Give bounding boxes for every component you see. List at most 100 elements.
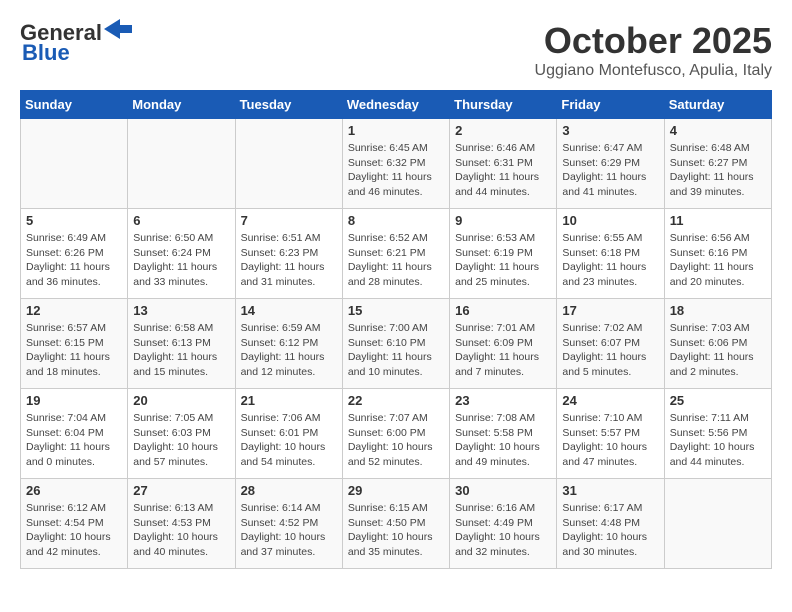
calendar-week-row: 26 Sunrise: 6:12 AM Sunset: 4:54 PM Dayli… bbox=[21, 479, 772, 569]
day-number: 21 bbox=[241, 393, 337, 408]
day-info: Sunrise: 6:49 AM Sunset: 6:26 PM Dayligh… bbox=[26, 231, 122, 290]
day-info: Sunrise: 6:12 AM Sunset: 4:54 PM Dayligh… bbox=[26, 501, 122, 560]
calendar-cell: 11Sunrise: 6:56 AM Sunset: 6:16 PM Dayli… bbox=[664, 209, 771, 299]
day-number: 6 bbox=[133, 213, 229, 228]
day-number: 7 bbox=[241, 213, 337, 228]
day-number: 16 bbox=[455, 303, 551, 318]
calendar-cell: 24Sunrise: 7:10 AM Sunset: 5:57 PM Dayli… bbox=[557, 389, 664, 479]
day-number: 23 bbox=[455, 393, 551, 408]
page-header: General Blue October 2025 Uggiano Montef… bbox=[20, 20, 772, 80]
calendar-cell: 16 Sunrise: 7:01 AM Sunset: 6:09 PM Dayli… bbox=[450, 299, 557, 389]
calendar-cell: 10 Sunrise: 6:55 AM Sunset: 6:18 PM Dayli… bbox=[557, 209, 664, 299]
logo: General Blue bbox=[20, 20, 132, 66]
day-info: Sunrise: 6:16 AM Sunset: 4:49 PM Dayligh… bbox=[455, 501, 551, 560]
day-number: 5 bbox=[26, 213, 122, 228]
calendar-cell: 25Sunrise: 7:11 AM Sunset: 5:56 PM Dayli… bbox=[664, 389, 771, 479]
day-info: Sunrise: 7:03 AM Sunset: 6:06 PM Dayligh… bbox=[670, 321, 766, 380]
calendar-cell: 19 Sunrise: 7:04 AM Sunset: 6:04 PM Dayli… bbox=[21, 389, 128, 479]
calendar-table: SundayMondayTuesdayWednesdayThursdayFrid… bbox=[20, 90, 772, 569]
calendar-cell bbox=[235, 119, 342, 209]
calendar-cell: 8Sunrise: 6:52 AM Sunset: 6:21 PM Daylig… bbox=[342, 209, 449, 299]
day-info: Sunrise: 7:08 AM Sunset: 5:58 PM Dayligh… bbox=[455, 411, 551, 470]
day-info: Sunrise: 7:10 AM Sunset: 5:57 PM Dayligh… bbox=[562, 411, 658, 470]
day-number: 17 bbox=[562, 303, 658, 318]
weekday-header: Tuesday bbox=[235, 91, 342, 119]
weekday-header: Saturday bbox=[664, 91, 771, 119]
day-number: 27 bbox=[133, 483, 229, 498]
calendar-cell: 27Sunrise: 6:13 AM Sunset: 4:53 PM Dayli… bbox=[128, 479, 235, 569]
day-info: Sunrise: 7:02 AM Sunset: 6:07 PM Dayligh… bbox=[562, 321, 658, 380]
calendar-week-row: 5 Sunrise: 6:49 AM Sunset: 6:26 PM Daylig… bbox=[21, 209, 772, 299]
day-number: 30 bbox=[455, 483, 551, 498]
day-info: Sunrise: 6:51 AM Sunset: 6:23 PM Dayligh… bbox=[241, 231, 337, 290]
weekday-header: Monday bbox=[128, 91, 235, 119]
day-info: Sunrise: 6:58 AM Sunset: 6:13 PM Dayligh… bbox=[133, 321, 229, 380]
day-info: Sunrise: 7:07 AM Sunset: 6:00 PM Dayligh… bbox=[348, 411, 444, 470]
day-number: 31 bbox=[562, 483, 658, 498]
calendar-cell: 7 Sunrise: 6:51 AM Sunset: 6:23 PM Daylig… bbox=[235, 209, 342, 299]
day-number: 13 bbox=[133, 303, 229, 318]
day-info: Sunrise: 7:01 AM Sunset: 6:09 PM Dayligh… bbox=[455, 321, 551, 380]
day-info: Sunrise: 6:56 AM Sunset: 6:16 PM Dayligh… bbox=[670, 231, 766, 290]
calendar-cell: 21 Sunrise: 7:06 AM Sunset: 6:01 PM Dayli… bbox=[235, 389, 342, 479]
day-number: 3 bbox=[562, 123, 658, 138]
day-number: 15 bbox=[348, 303, 444, 318]
weekday-header: Sunday bbox=[21, 91, 128, 119]
day-info: Sunrise: 7:06 AM Sunset: 6:01 PM Dayligh… bbox=[241, 411, 337, 470]
day-number: 18 bbox=[670, 303, 766, 318]
weekday-header: Wednesday bbox=[342, 91, 449, 119]
day-number: 26 bbox=[26, 483, 122, 498]
day-info: Sunrise: 6:53 AM Sunset: 6:19 PM Dayligh… bbox=[455, 231, 551, 290]
day-info: Sunrise: 6:14 AM Sunset: 4:52 PM Dayligh… bbox=[241, 501, 337, 560]
day-number: 19 bbox=[26, 393, 122, 408]
day-number: 14 bbox=[241, 303, 337, 318]
day-number: 2 bbox=[455, 123, 551, 138]
calendar-cell: 17 Sunrise: 7:02 AM Sunset: 6:07 PM Dayli… bbox=[557, 299, 664, 389]
day-number: 10 bbox=[562, 213, 658, 228]
calendar-cell bbox=[128, 119, 235, 209]
calendar-cell: 26 Sunrise: 6:12 AM Sunset: 4:54 PM Dayli… bbox=[21, 479, 128, 569]
day-info: Sunrise: 6:55 AM Sunset: 6:18 PM Dayligh… bbox=[562, 231, 658, 290]
day-info: Sunrise: 6:59 AM Sunset: 6:12 PM Dayligh… bbox=[241, 321, 337, 380]
calendar-cell: 23 Sunrise: 7:08 AM Sunset: 5:58 PM Dayli… bbox=[450, 389, 557, 479]
day-info: Sunrise: 6:48 AM Sunset: 6:27 PM Dayligh… bbox=[670, 141, 766, 200]
day-number: 20 bbox=[133, 393, 229, 408]
calendar-cell bbox=[664, 479, 771, 569]
day-info: Sunrise: 6:17 AM Sunset: 4:48 PM Dayligh… bbox=[562, 501, 658, 560]
calendar-cell: 5 Sunrise: 6:49 AM Sunset: 6:26 PM Daylig… bbox=[21, 209, 128, 299]
calendar-cell: 1 Sunrise: 6:45 AM Sunset: 6:32 PM Daylig… bbox=[342, 119, 449, 209]
day-number: 22 bbox=[348, 393, 444, 408]
calendar-cell: 9 Sunrise: 6:53 AM Sunset: 6:19 PM Daylig… bbox=[450, 209, 557, 299]
day-info: Sunrise: 6:47 AM Sunset: 6:29 PM Dayligh… bbox=[562, 141, 658, 200]
day-number: 1 bbox=[348, 123, 444, 138]
calendar-cell: 2 Sunrise: 6:46 AM Sunset: 6:31 PM Daylig… bbox=[450, 119, 557, 209]
calendar-cell: 3 Sunrise: 6:47 AM Sunset: 6:29 PM Daylig… bbox=[557, 119, 664, 209]
calendar-header-row: SundayMondayTuesdayWednesdayThursdayFrid… bbox=[21, 91, 772, 119]
day-number: 4 bbox=[670, 123, 766, 138]
day-info: Sunrise: 6:15 AM Sunset: 4:50 PM Dayligh… bbox=[348, 501, 444, 560]
day-info: Sunrise: 6:52 AM Sunset: 6:21 PM Dayligh… bbox=[348, 231, 444, 290]
calendar-week-row: 12 Sunrise: 6:57 AM Sunset: 6:15 PM Dayli… bbox=[21, 299, 772, 389]
calendar-cell: 14 Sunrise: 6:59 AM Sunset: 6:12 PM Dayli… bbox=[235, 299, 342, 389]
day-number: 9 bbox=[455, 213, 551, 228]
calendar-cell: 18 Sunrise: 7:03 AM Sunset: 6:06 PM Dayli… bbox=[664, 299, 771, 389]
day-info: Sunrise: 7:04 AM Sunset: 6:04 PM Dayligh… bbox=[26, 411, 122, 470]
logo-arrow-icon bbox=[104, 19, 132, 39]
day-info: Sunrise: 6:57 AM Sunset: 6:15 PM Dayligh… bbox=[26, 321, 122, 380]
calendar-cell: 28 Sunrise: 6:14 AM Sunset: 4:52 PM Dayli… bbox=[235, 479, 342, 569]
calendar-body: 1 Sunrise: 6:45 AM Sunset: 6:32 PM Daylig… bbox=[21, 119, 772, 569]
day-number: 12 bbox=[26, 303, 122, 318]
calendar-cell: 13 Sunrise: 6:58 AM Sunset: 6:13 PM Dayli… bbox=[128, 299, 235, 389]
calendar-cell: 4 Sunrise: 6:48 AM Sunset: 6:27 PM Daylig… bbox=[664, 119, 771, 209]
day-number: 28 bbox=[241, 483, 337, 498]
month-title: October 2025 bbox=[535, 20, 772, 62]
title-area: October 2025 Uggiano Montefusco, Apulia,… bbox=[535, 20, 772, 80]
day-info: Sunrise: 7:05 AM Sunset: 6:03 PM Dayligh… bbox=[133, 411, 229, 470]
day-info: Sunrise: 6:46 AM Sunset: 6:31 PM Dayligh… bbox=[455, 141, 551, 200]
calendar-cell bbox=[21, 119, 128, 209]
day-info: Sunrise: 6:45 AM Sunset: 6:32 PM Dayligh… bbox=[348, 141, 444, 200]
location-text: Uggiano Montefusco, Apulia, Italy bbox=[535, 62, 772, 80]
calendar-cell: 20 Sunrise: 7:05 AM Sunset: 6:03 PM Dayli… bbox=[128, 389, 235, 479]
calendar-week-row: 1 Sunrise: 6:45 AM Sunset: 6:32 PM Daylig… bbox=[21, 119, 772, 209]
weekday-header: Friday bbox=[557, 91, 664, 119]
